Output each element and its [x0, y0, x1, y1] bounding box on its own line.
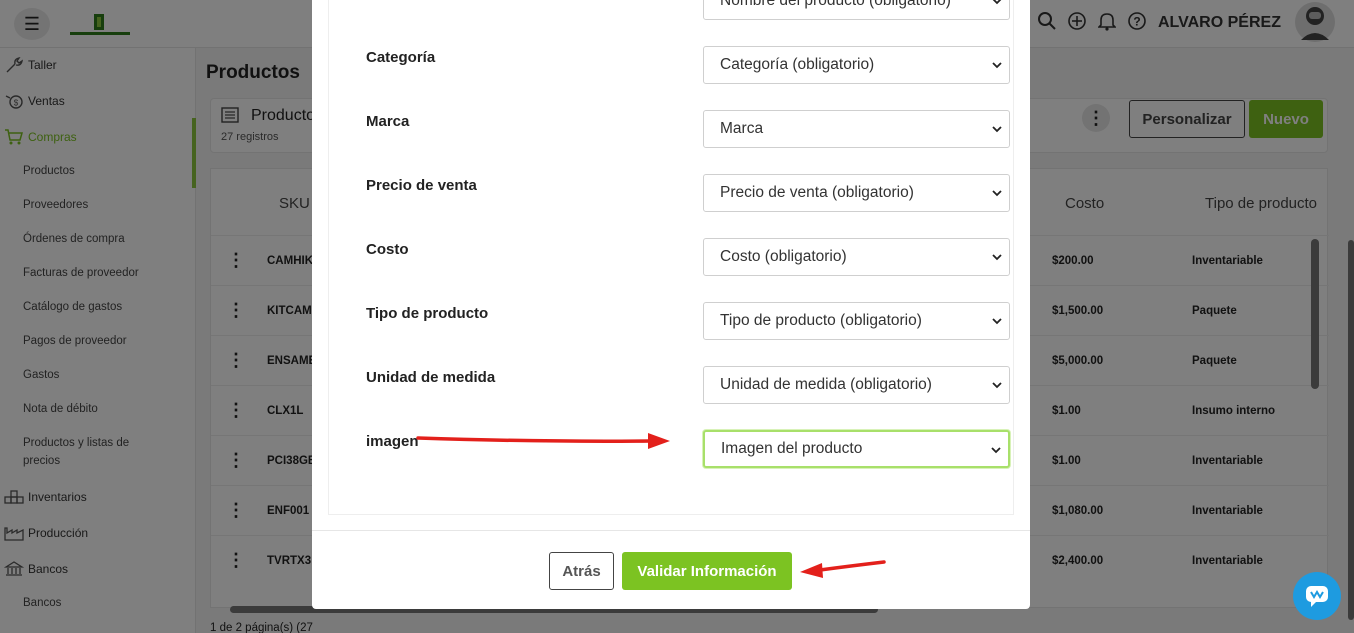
- select-value: Nombre del producto (obligatorio): [720, 0, 951, 9]
- chevron-down-icon: [992, 382, 1002, 389]
- precio-venta-select[interactable]: Precio de venta (obligatorio): [703, 174, 1010, 212]
- modal-footer-divider: [312, 530, 1030, 531]
- field-label-tipo-producto: Tipo de producto: [366, 305, 489, 322]
- nombre-select[interactable]: Nombre del producto (obligatorio): [703, 0, 1010, 20]
- field-label-categoria: Categoría: [366, 49, 436, 66]
- chevron-down-icon: [992, 126, 1002, 133]
- select-value: Marca: [720, 120, 764, 137]
- categoria-select[interactable]: Categoría (obligatorio): [703, 46, 1010, 84]
- back-button[interactable]: Atrás: [549, 552, 614, 590]
- mapping-form: Nombre del producto (obligatorio) Catego…: [328, 0, 1014, 515]
- validate-button[interactable]: Validar Información: [622, 552, 792, 590]
- product-import-modal: Nombre del producto (obligatorio) Catego…: [312, 0, 1030, 609]
- marca-select[interactable]: Marca: [703, 110, 1010, 148]
- chevron-down-icon: [992, 190, 1002, 197]
- select-value: Categoría (obligatorio): [720, 56, 875, 73]
- field-label-unidad-medida: Unidad de medida: [366, 369, 496, 386]
- chat-support-icon[interactable]: [1293, 572, 1341, 620]
- field-label-imagen: imagen: [366, 433, 419, 450]
- chevron-down-icon: [992, 0, 1002, 5]
- costo-select[interactable]: Costo (obligatorio): [703, 238, 1010, 276]
- chevron-down-icon: [992, 62, 1002, 69]
- chevron-down-icon: [992, 318, 1002, 325]
- tipo-producto-select[interactable]: Tipo de producto (obligatorio): [703, 302, 1010, 340]
- select-value: Imagen del producto: [721, 440, 863, 457]
- select-value: Unidad de medida (obligatorio): [720, 376, 932, 393]
- select-value: Tipo de producto (obligatorio): [720, 312, 922, 329]
- chevron-down-icon: [991, 447, 1001, 454]
- imagen-select[interactable]: Imagen del producto: [703, 430, 1010, 468]
- select-value: Costo (obligatorio): [720, 248, 847, 265]
- field-label-costo: Costo: [366, 241, 409, 258]
- field-label-precio-venta: Precio de venta: [366, 177, 477, 194]
- unidad-medida-select[interactable]: Unidad de medida (obligatorio): [703, 366, 1010, 404]
- field-label-marca: Marca: [366, 113, 410, 130]
- select-value: Precio de venta (obligatorio): [720, 184, 914, 201]
- chevron-down-icon: [992, 254, 1002, 261]
